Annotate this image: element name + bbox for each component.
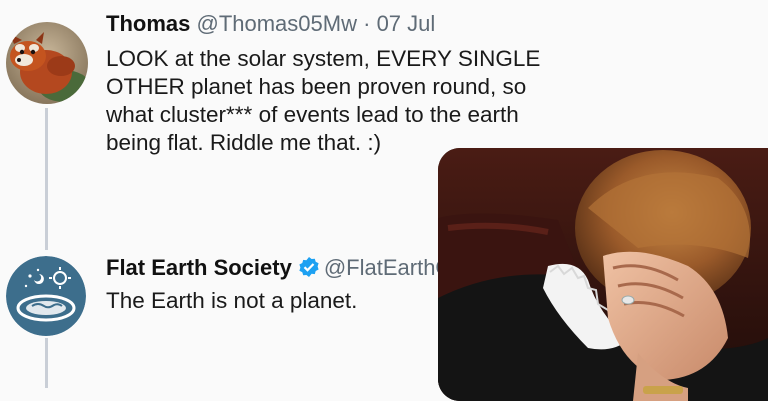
verified-badge-icon: [298, 256, 320, 285]
flat-earth-map-avatar-icon[interactable]: [6, 256, 86, 336]
display-name[interactable]: Flat Earth Society: [106, 255, 292, 280]
thread-line-top: [45, 108, 48, 250]
tweet-text: The Earth is not a planet.: [106, 287, 357, 315]
red-panda-avatar-icon[interactable]: [6, 22, 88, 104]
tweet-header: Thomas @Thomas05Mw · 07 Jul: [106, 10, 435, 38]
thread-line-bottom: [45, 338, 48, 388]
separator-dot: ·: [363, 11, 371, 36]
tweet-header: Flat Earth Society @FlatEarthOrg: [106, 254, 472, 285]
display-name[interactable]: Thomas: [106, 11, 190, 36]
user-handle[interactable]: @Thomas05Mw: [196, 11, 357, 36]
tweet-text-line: LOOK at the solar system, EVERY SINGLE: [106, 46, 541, 71]
tweet-date[interactable]: 07 Jul: [377, 11, 436, 36]
facepalm-reaction-image: [438, 148, 768, 401]
tweet-text-line: what cluster*** of events lead to the ea…: [106, 102, 519, 127]
tweet-text-line: The Earth is not a planet.: [106, 288, 358, 313]
tweet-text-line: OTHER planet has been proven round, so: [106, 74, 527, 99]
tweet-text: LOOK at the solar system, EVERY SINGLE O…: [106, 45, 540, 157]
